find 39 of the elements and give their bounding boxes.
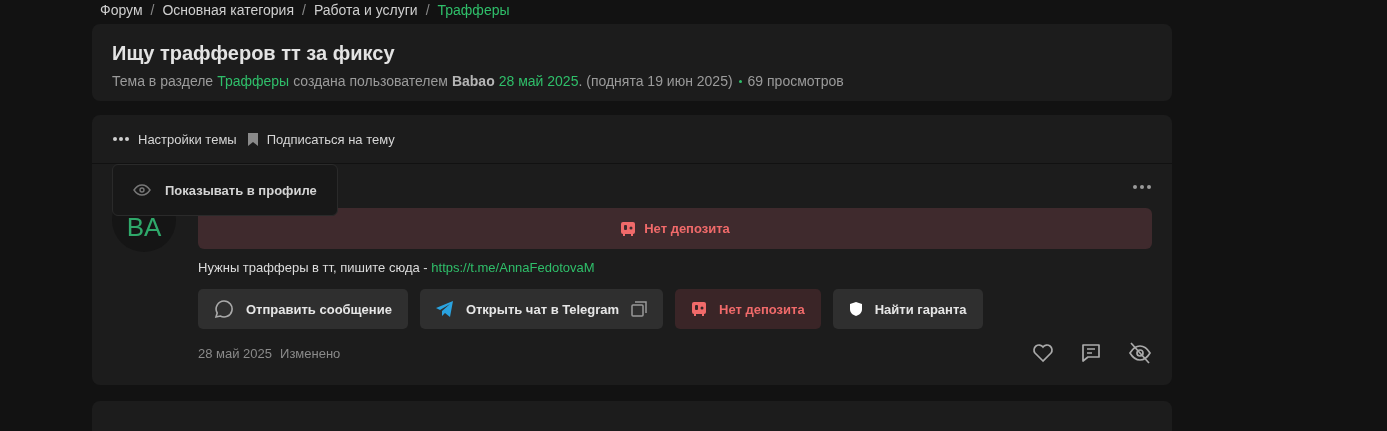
action-button[interactable]: Нет депозита — [675, 289, 821, 329]
paper-plane-icon — [435, 301, 454, 317]
action-button[interactable]: Отправить сообщение — [198, 289, 408, 329]
post-date: 28 май 2025 — [198, 345, 273, 361]
heart-icon[interactable] — [1032, 343, 1054, 363]
bookmark-icon — [246, 132, 259, 146]
breadcrumb-separator: / — [150, 2, 155, 19]
safe-icon — [620, 220, 637, 237]
copy-icon — [631, 301, 648, 317]
breadcrumb-separator: / — [302, 2, 306, 19]
safe-icon — [691, 301, 708, 317]
message-text: Нужны трафферы в тт, пишите сюда - https://t.me/AnnaFedotovaM — [198, 260, 596, 275]
more-icon — [112, 136, 130, 142]
speech-bubble-icon — [214, 299, 234, 319]
breadcrumb-link[interactable]: Трафферы — [437, 2, 510, 19]
breadcrumb-link[interactable]: Основная категория — [162, 2, 294, 19]
breadcrumb-link[interactable]: Работа и услуги — [313, 2, 418, 19]
eye-off-icon[interactable] — [1128, 342, 1152, 364]
meta-text: Тема в разделе — [112, 73, 214, 89]
action-button[interactable]: Найти гаранта — [832, 289, 983, 329]
edited-label: Изменено — [280, 345, 341, 361]
views-text: 69 просмотров — [747, 73, 844, 89]
thread-title: Ищу трафферов тт за фиксу — [112, 42, 396, 65]
section-link[interactable]: Трафферы — [217, 73, 290, 89]
more-icon[interactable] — [1132, 184, 1152, 190]
eye-icon — [133, 184, 151, 196]
action-button[interactable]: Открыть чат в Telegram — [419, 289, 664, 329]
breadcrumb-separator: / — [425, 2, 430, 19]
comment-icon[interactable] — [1080, 342, 1102, 364]
separator-dot-icon — [738, 79, 742, 83]
banner-text: Нет депозита — [644, 221, 730, 236]
shield-icon — [848, 301, 863, 317]
meta-text: создана пользователем — [293, 73, 448, 89]
breadcrumb-link[interactable]: Форум — [100, 2, 143, 19]
author-link[interactable]: Babao — [451, 73, 495, 89]
bumped-text: . (поднята 19 июн 2025) — [578, 73, 733, 89]
message-link[interactable]: https://t.me/AnnaFedotovaM — [431, 260, 595, 275]
toolbar-button[interactable]: Настройки темы — [112, 131, 237, 147]
toolbar-button[interactable]: Подписаться на тему — [246, 131, 395, 147]
